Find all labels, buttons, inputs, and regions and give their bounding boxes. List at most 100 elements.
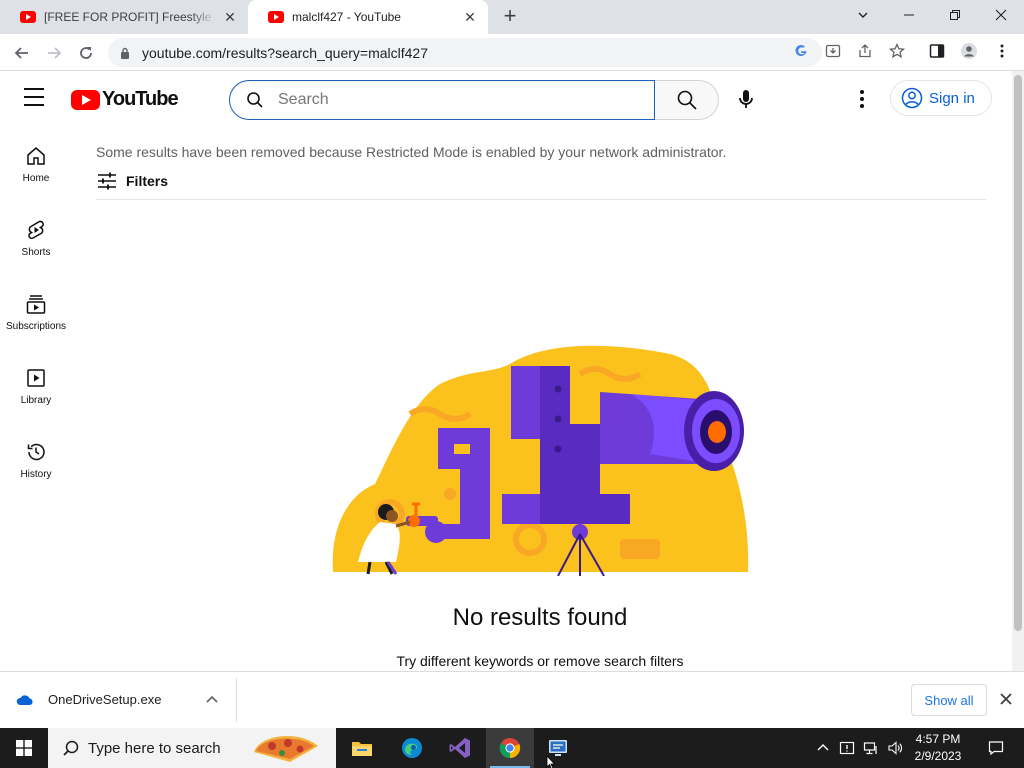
edge-icon [402,738,422,758]
library-icon [27,368,45,387]
close-tab-icon[interactable]: ✕ [462,9,478,26]
no-results-title: No results found [452,604,628,631]
install-app-icon[interactable] [822,40,844,62]
pizza-icon [254,735,318,762]
clock-date: 2/9/2023 [914,749,962,763]
scrollbar-thumb[interactable] [1014,75,1022,631]
start-button[interactable] [0,728,48,768]
windows-logo-icon [16,740,32,756]
download-separator [236,678,237,722]
chrome-menu-icon[interactable] [991,40,1013,62]
close-window-button[interactable] [978,0,1024,30]
no-results-illustration [332,345,749,576]
guide-label: Library [20,394,52,406]
taskbar-file-explorer[interactable] [338,728,386,768]
search-icon [63,740,79,756]
tray-network-icon[interactable] [860,738,882,758]
download-item[interactable]: OneDriveSetup.exe [16,692,161,707]
tab-title: [FREE FOR PROFIT] Freestyle Beat [44,10,216,24]
side-panel-icon[interactable] [926,40,948,62]
guide-item-home[interactable]: Home [0,130,72,198]
taskbar-edge[interactable] [388,728,436,768]
network-icon [863,742,877,755]
youtube-logo[interactable]: YouTube [71,88,179,111]
back-button[interactable] [9,40,35,66]
chrome-icon [499,738,521,759]
guide-item-library[interactable]: Library [0,352,72,420]
close-tab-icon[interactable]: ✕ [222,9,238,26]
guide-label: History [20,468,52,480]
guide-menu-button[interactable] [24,88,48,108]
browser-toolbar: youtube.com/results?search_query=malclf4… [0,34,1024,71]
taskbar-search-box[interactable]: Type here to search [48,728,336,768]
search-icon [247,92,263,108]
filters-icon [98,172,116,190]
mouse-cursor-icon [546,756,556,768]
new-tab-button[interactable]: + [498,4,522,28]
onedrive-cloud-icon [16,694,33,705]
show-all-button[interactable]: Show all [911,684,987,716]
subscriptions-icon [26,294,46,314]
account-circle-icon [901,87,923,109]
restore-button[interactable] [932,0,978,30]
clock-time: 4:57 PM [915,732,961,746]
minimize-button[interactable] [886,0,932,30]
volume-icon [888,741,902,755]
youtube-play-icon [71,89,100,110]
microphone-icon [739,90,753,108]
share-icon[interactable] [854,40,876,62]
tray-security-icon[interactable] [836,738,858,758]
history-icon [27,443,45,460]
no-results-subtitle: Try different keywords or remove search … [396,653,684,669]
browser-tab-freestyle-beat[interactable]: [FREE FOR PROFIT] Freestyle Beat ✕ [0,0,248,34]
filters-label: Filters [126,173,169,189]
action-center-button[interactable] [976,728,1016,768]
visual-studio-icon [449,738,470,758]
taskbar-search-placeholder: Type here to search [88,739,221,757]
chevron-up-icon[interactable] [204,692,220,708]
shorts-icon [28,220,44,239]
search-box[interactable] [229,80,655,120]
filters-divider [96,199,986,200]
guide-label: Shorts [21,246,51,258]
filters-button[interactable]: Filters [96,170,168,192]
bookmark-star-icon[interactable] [886,40,908,62]
download-file-name: OneDriveSetup.exe [48,692,162,707]
google-lens-icon[interactable] [790,40,812,62]
taskbar-chrome[interactable] [486,728,534,768]
reload-button[interactable] [73,40,99,66]
search-input[interactable] [278,91,618,109]
notification-icon [988,741,1004,756]
search-icon [677,90,697,110]
profile-avatar-icon[interactable] [958,40,980,62]
download-shelf: OneDriveSetup.exe Show all [0,671,1024,728]
show-hidden-icons-button[interactable] [812,738,834,758]
settings-menu-button[interactable] [852,88,872,110]
guide-item-subscriptions[interactable]: Subscriptions [0,278,72,346]
chevron-up-icon [817,744,829,751]
search-button[interactable] [655,80,719,120]
youtube-favicon-icon [20,11,36,23]
voice-search-button[interactable] [733,86,759,112]
guide-item-history[interactable]: History [0,426,72,494]
tab-search-chevron-icon[interactable] [840,0,886,30]
sign-in-label: Sign in [929,89,975,107]
address-bar[interactable]: youtube.com/results?search_query=malclf4… [108,38,822,67]
tray-volume-icon[interactable] [884,738,906,758]
guide-item-shorts[interactable]: Shorts [0,204,72,272]
url-text[interactable]: youtube.com/results?search_query=malclf4… [142,45,428,61]
taskbar-remote-desktop[interactable] [534,728,582,768]
guide-label: Subscriptions [5,320,67,332]
windows-taskbar: Type here to search 4:57 PM 2/9/2023 [0,728,1024,768]
home-icon [27,146,45,165]
taskbar-clock[interactable]: 4:57 PM 2/9/2023 [906,731,970,765]
taskbar-visual-studio[interactable] [436,728,484,768]
browser-tab-youtube-search[interactable]: malclf427 - YouTube ✕ [248,0,488,34]
tab-title: malclf427 - YouTube [292,10,401,24]
close-icon[interactable] [998,691,1014,707]
defender-warning-icon [839,741,855,755]
lock-icon[interactable] [120,47,130,59]
forward-button[interactable] [41,40,67,66]
page-scrollbar[interactable] [1012,71,1024,671]
sign-in-button[interactable]: Sign in [890,80,992,116]
